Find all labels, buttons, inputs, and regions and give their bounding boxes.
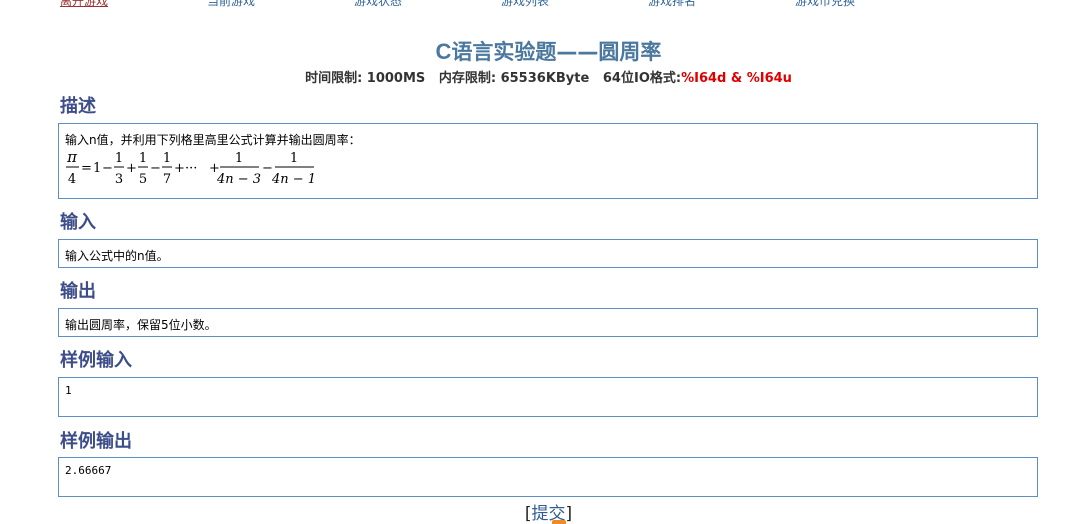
formula-den-4n-minus-3: 4n − 3 [216, 172, 261, 187]
formula-lhs-numerator: π [66, 148, 78, 166]
formula-num-2: 1 [139, 151, 147, 166]
formula-num-1: 1 [115, 151, 123, 166]
problem-limits: 时间限制: 1000MS 内存限制: 65536KByte 64位IO格式:%I… [0, 67, 1087, 86]
output-box: 输出圆周率，保留5位小数。 [58, 308, 1038, 337]
sample-output-heading: 样例输出 [60, 431, 132, 452]
formula-minus-1: − [102, 161, 113, 176]
formula-equals: = [81, 161, 92, 176]
problem-title-prefix: C [435, 39, 452, 64]
time-limit-label: 时间限制: [305, 71, 363, 86]
formula-num-5: 1 [290, 151, 298, 166]
formula-plus-1: + [126, 161, 137, 176]
nav-game-status[interactable]: 游戏状态 [354, 0, 402, 9]
description-box: 输入n值，并利用下列格里高里公式计算并输出圆周率： π 4 = 1 − 1 3 … [58, 123, 1038, 199]
submit-underline-marker [552, 520, 566, 524]
nav-leave-game[interactable]: 离开游戏 [60, 0, 108, 9]
problem-title-text: 语言实验题——圆周率 [451, 40, 662, 64]
sample-output-box: 2.66667 [58, 457, 1038, 497]
nav-coin-exchange[interactable]: 游戏币兑换 [795, 0, 855, 9]
sample-input-heading: 样例输入 [60, 350, 132, 371]
nav-current-game[interactable]: 当前游戏 [207, 0, 255, 9]
top-nav: 离开游戏 当前游戏 游戏状态 游戏列表 游戏排名 游戏币兑换 [0, 0, 1087, 10]
nav-game-ranking[interactable]: 游戏排名 [648, 0, 696, 9]
problem-title: C语言实验题——圆周率 [0, 36, 1087, 66]
time-limit-value: 1000MS [366, 71, 426, 86]
problem-page: 离开游戏 当前游戏 游戏状态 游戏列表 游戏排名 游戏币兑换 C语言实验题——圆… [0, 0, 1087, 524]
input-text: 输入公式中的n值。 [65, 249, 169, 263]
sample-input-box: 1 [58, 377, 1038, 417]
gregory-formula: π 4 = 1 − 1 3 + 1 5 − 1 7 + ··· + 1 4n −… [66, 148, 316, 187]
output-heading: 输出 [60, 281, 96, 302]
formula-num-3: 1 [163, 151, 171, 166]
submit-open-bracket: [ [524, 504, 532, 524]
sample-output-text: 2.66667 [65, 464, 112, 477]
description-text: 输入n值，并利用下列格里高里公式计算并输出圆周率： [65, 133, 361, 147]
input-box: 输入公式中的n值。 [58, 239, 1038, 268]
formula-plus-2: + [174, 161, 185, 176]
io-format-value: %I64d & %I64u [681, 71, 792, 86]
submit-link-wrapper: [提交] [0, 499, 1087, 524]
nav-game-list[interactable]: 游戏列表 [501, 0, 549, 9]
formula-ellipsis: ··· [185, 161, 197, 176]
formula-one: 1 [93, 161, 101, 176]
sample-input-text: 1 [65, 384, 72, 397]
formula-den-4n-minus-1: 4n − 1 [271, 172, 316, 187]
formula-minus-2: − [150, 161, 161, 176]
submit-close-bracket: ] [565, 504, 573, 524]
formula-den-5: 5 [139, 172, 147, 187]
formula-den-3: 3 [115, 172, 123, 187]
formula-lhs-denominator: 4 [68, 172, 76, 187]
formula-den-7: 7 [163, 172, 171, 187]
memory-limit-value: 65536KByte [500, 71, 590, 86]
input-heading: 输入 [60, 212, 96, 233]
memory-limit-label: 内存限制: [438, 71, 497, 86]
description-heading: 描述 [60, 96, 96, 117]
io-format-label: 64位IO格式: [602, 71, 682, 86]
output-text: 输出圆周率，保留5位小数。 [65, 318, 217, 332]
formula-num-4: 1 [235, 151, 243, 166]
